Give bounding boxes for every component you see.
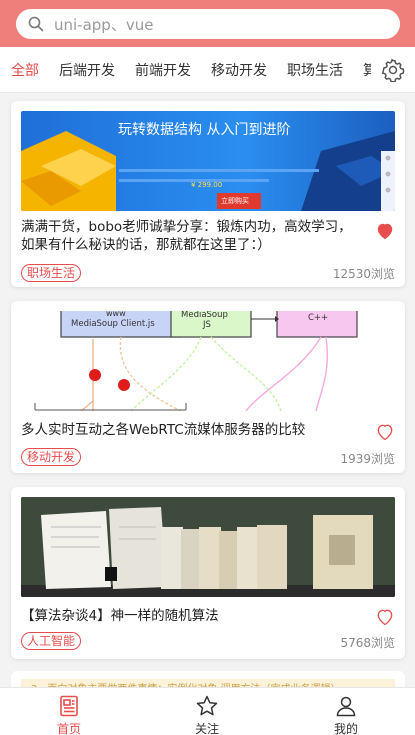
diagram-label-cpp: C++ bbox=[308, 313, 329, 323]
app-header: uni-app、vue bbox=[0, 0, 415, 47]
bottom-tab-bar: 首页 关注 我的 bbox=[0, 687, 415, 735]
tabbar-label: 首页 bbox=[56, 722, 81, 735]
heart-icon[interactable] bbox=[375, 221, 395, 241]
category-tag: 人工智能 bbox=[21, 632, 82, 650]
tabbar-home[interactable]: 首页 bbox=[0, 688, 138, 735]
tab-all[interactable]: 全部 bbox=[11, 60, 39, 80]
banner-buy-button: 立即购买 bbox=[221, 197, 249, 205]
tab-frontend[interactable]: 前端开发 bbox=[135, 60, 191, 80]
view-count: 1939浏览 bbox=[340, 452, 395, 466]
article-thumbnail: 玩转数据结构 从入门到进阶 ¥ 299.00 立即购买 bbox=[21, 111, 395, 211]
tab-settings-button[interactable] bbox=[371, 47, 415, 92]
article-title: 【算法杂谈4】神一样的随机算法 bbox=[21, 608, 219, 624]
heart-outline-icon[interactable] bbox=[375, 422, 395, 442]
star-icon bbox=[196, 695, 218, 716]
article-card[interactable]: 玩转数据结构 从入门到进阶 ¥ 299.00 立即购买 满满干货，bobo老师诚… bbox=[11, 101, 405, 287]
tabbar-mine[interactable]: 我的 bbox=[277, 688, 415, 735]
tab-mobile[interactable]: 移动开发 bbox=[211, 60, 267, 80]
heart-outline-icon[interactable] bbox=[375, 607, 395, 627]
article-title: 多人实时互动之各WebRTC流媒体服务器的比较 bbox=[21, 422, 306, 438]
diagram-label-js: JS bbox=[203, 320, 211, 330]
tabbar-follow[interactable]: 关注 bbox=[138, 688, 276, 735]
category-tag: 职场生活 bbox=[21, 264, 82, 282]
article-thumbnail: www MediaSoup Client.js MediaSoup JS C++ bbox=[21, 311, 395, 411]
tab-career[interactable]: 职场生活 bbox=[287, 60, 343, 80]
tabbar-label: 关注 bbox=[194, 722, 219, 735]
user-icon bbox=[336, 696, 356, 717]
article-card[interactable]: 【算法杂谈4】神一样的随机算法 人工智能 5768浏览 bbox=[11, 487, 405, 659]
view-count: 5768浏览 bbox=[340, 636, 395, 650]
home-icon bbox=[60, 695, 78, 717]
view-count: 12530浏览 bbox=[332, 267, 395, 281]
gear-icon bbox=[381, 58, 405, 82]
article-title: 满满干货，bobo老师诚挚分享：锻炼内功，高效学习，如果有什么秘诀的话，那就都在… bbox=[21, 219, 352, 253]
category-tabs: 全部 后端开发 前端开发 移动开发 职场生活 算 bbox=[0, 47, 415, 93]
category-tag: 移动开发 bbox=[21, 448, 82, 466]
search-bar[interactable]: uni-app、vue bbox=[16, 9, 400, 39]
tabbar-label: 我的 bbox=[333, 722, 358, 735]
diagram-label-client: MediaSoup Client.js bbox=[71, 319, 155, 329]
search-placeholder: uni-app、vue bbox=[54, 15, 154, 34]
search-icon bbox=[28, 16, 44, 32]
article-card[interactable]: www MediaSoup Client.js MediaSoup JS C++… bbox=[11, 301, 405, 473]
article-thumbnail bbox=[21, 497, 395, 597]
banner-title: 玩转数据结构 从入门到进阶 bbox=[118, 122, 291, 138]
banner-price: ¥ 299.00 bbox=[191, 181, 223, 189]
tab-backend[interactable]: 后端开发 bbox=[59, 60, 115, 80]
diagram-label-www: www bbox=[106, 311, 126, 318]
diagram-label-mediasoup: MediaSoup bbox=[181, 311, 228, 320]
